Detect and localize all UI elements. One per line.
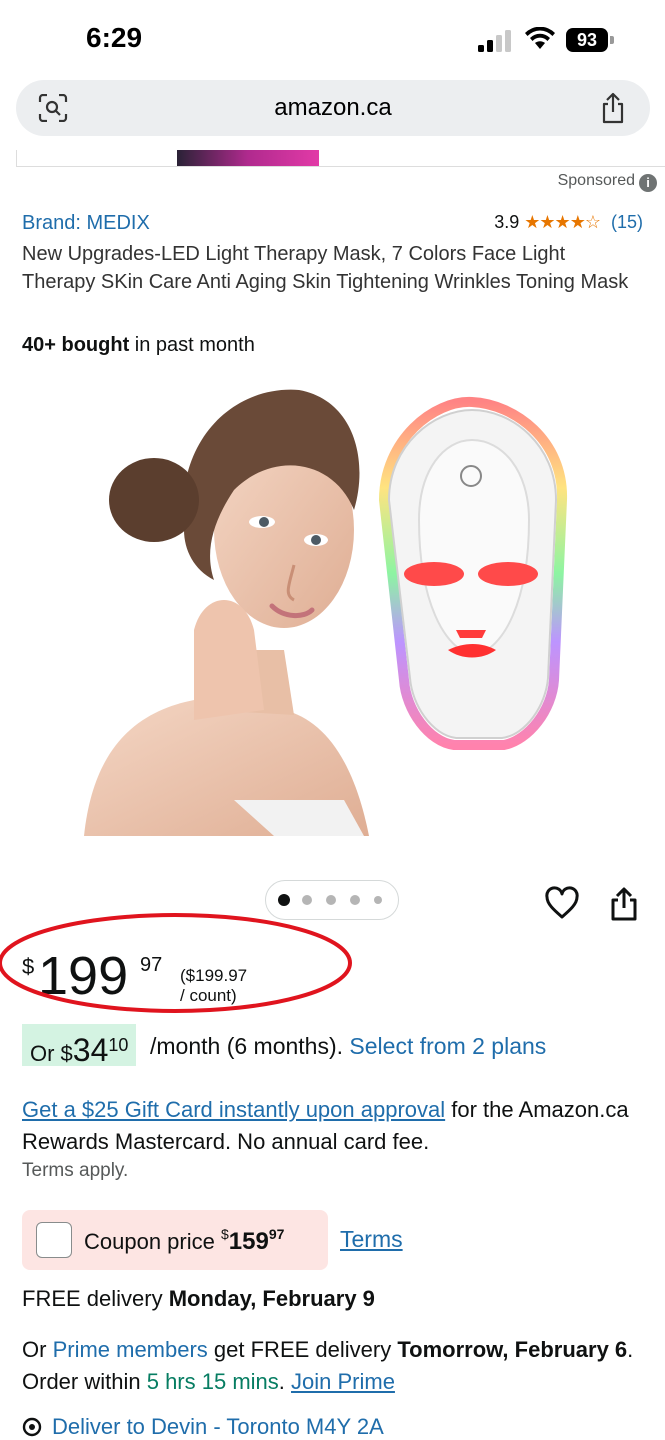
product-image[interactable]: [84, 380, 584, 840]
model-photo: [84, 380, 369, 836]
deliver-to-link[interactable]: Deliver to Devin - Toronto M4Y 2A: [22, 1414, 384, 1440]
free-delivery-prefix: FREE delivery: [22, 1286, 169, 1311]
carousel-dot[interactable]: [278, 894, 290, 906]
coupon-box[interactable]: Coupon price $15997: [22, 1210, 328, 1270]
prime-or: Or: [22, 1337, 53, 1362]
address-bar[interactable]: amazon.ca: [16, 80, 650, 136]
wifi-icon: [525, 27, 555, 49]
bought-in-past-month: 40+ bought in past month: [22, 334, 255, 357]
coupon-price-fraction: 97: [268, 1226, 285, 1242]
join-prime-link[interactable]: Join Prime: [291, 1369, 395, 1394]
period: .: [278, 1369, 292, 1394]
monthly-whole: 34: [72, 1032, 109, 1068]
carousel-dot[interactable]: [374, 896, 382, 904]
coupon-price-whole: 159: [228, 1228, 269, 1255]
deliver-to-text[interactable]: Deliver to Devin - Toronto M4Y 2A: [52, 1414, 384, 1439]
order-countdown: 5 hrs 15 mins: [146, 1369, 279, 1394]
battery-level: 93: [566, 28, 608, 52]
coupon-checkbox[interactable]: [36, 1222, 72, 1258]
coupon-label-text: Coupon price: [84, 1229, 221, 1254]
prime-delivery-date: Tomorrow, February 6: [397, 1337, 628, 1362]
brand-link[interactable]: Brand: MEDIX: [22, 212, 150, 235]
carousel-dot[interactable]: [326, 895, 336, 905]
free-delivery-info: FREE delivery Monday, February 9: [22, 1286, 375, 1312]
url-text[interactable]: amazon.ca: [16, 94, 650, 122]
sponsored-text: Sponsored: [557, 172, 635, 189]
info-icon[interactable]: i: [639, 174, 657, 192]
gift-card-link[interactable]: Get a $25 Gift Card instantly upon appro…: [22, 1097, 445, 1122]
monthly-prefix: Or $: [30, 1041, 73, 1066]
status-time: 6:29: [86, 22, 143, 53]
sponsored-label[interactable]: Sponsored i: [558, 172, 657, 192]
wishlist-heart-icon[interactable]: [544, 886, 580, 920]
battery-cap: [610, 36, 614, 44]
battery-indicator: 93: [566, 28, 616, 52]
rating-value: 3.9: [494, 212, 520, 232]
free-delivery-date: Monday, February 9: [168, 1286, 375, 1311]
gift-card-offer: Get a $25 Gift Card instantly upon appro…: [22, 1094, 642, 1158]
monthly-payment-badge: Or $3410: [22, 1024, 137, 1068]
share-product-icon[interactable]: [608, 886, 640, 922]
terms-apply-text: Terms apply.: [22, 1160, 129, 1181]
led-mask-photo: [378, 396, 568, 750]
prime-delivery-info: Or Prime members get FREE delivery Tomor…: [22, 1334, 642, 1398]
rating-count-link[interactable]: (15): [611, 212, 643, 232]
select-plans-link[interactable]: Select from 2 plans: [349, 1033, 546, 1059]
cellular-signal-icon: [478, 30, 511, 52]
previous-ad-edge: [16, 150, 665, 167]
carousel-dot[interactable]: [302, 895, 312, 905]
bought-suffix: in past month: [129, 334, 255, 356]
coupon-currency-symbol: $: [220, 1226, 229, 1242]
prime-members-link[interactable]: Prime members: [53, 1337, 208, 1362]
coupon-label: Coupon price $15997: [84, 1226, 284, 1256]
coupon-terms-link[interactable]: Terms: [340, 1226, 403, 1253]
ad-thumbnail[interactable]: [177, 150, 319, 166]
rating-stars-icon: ★★★★☆: [524, 212, 601, 232]
share-icon[interactable]: [600, 92, 626, 124]
monthly-terms: /month (6 months). Select from 2 plans: [150, 1033, 546, 1060]
monthly-rest-text: /month (6 months).: [150, 1033, 344, 1059]
annotation-red-ellipse: [0, 913, 352, 1013]
location-pin-icon: [22, 1417, 42, 1437]
bought-count: 40+ bought: [22, 334, 130, 356]
monthly-fraction: 10: [108, 1035, 129, 1055]
rating-summary[interactable]: 3.9 ★★★★☆ (15): [494, 212, 643, 233]
carousel-dot[interactable]: [350, 895, 360, 905]
product-title[interactable]: New Upgrades-LED Light Therapy Mask, 7 C…: [22, 240, 642, 296]
prime-mid: get FREE delivery: [207, 1337, 398, 1362]
